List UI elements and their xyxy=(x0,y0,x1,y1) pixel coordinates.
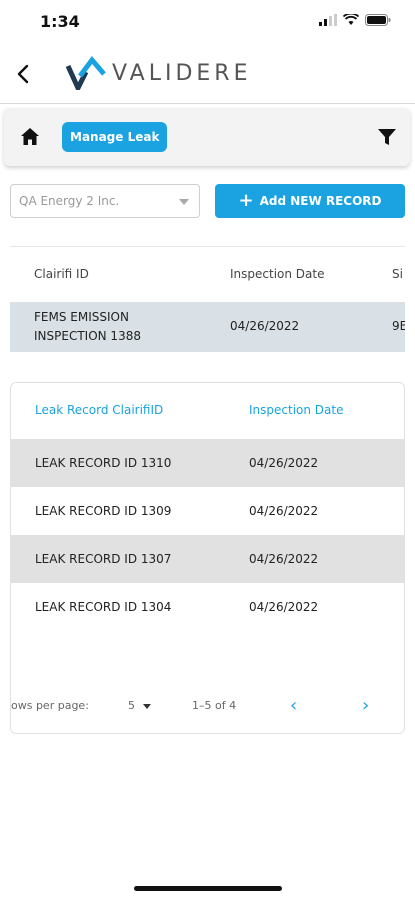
leak-record-date: 04/26/2022 xyxy=(249,456,319,470)
company-select-value: QA Energy 2 Inc. xyxy=(19,194,120,208)
signal-icon xyxy=(319,14,337,26)
home-icon xyxy=(21,128,39,145)
column-leak-inspection-date[interactable]: Inspection Date xyxy=(249,403,343,417)
inspection-id-line1: FEMS EMISSION xyxy=(34,310,129,324)
company-select[interactable]: QA Energy 2 Inc. xyxy=(10,184,200,218)
battery-icon xyxy=(365,14,391,26)
brand-logo: VALIDERE xyxy=(66,56,251,90)
inspection-site: 9E xyxy=(392,319,405,333)
status-icons xyxy=(319,14,391,26)
table-row[interactable]: LEAK RECORD ID 1304 04/26/2022 xyxy=(11,583,404,631)
filter-button[interactable] xyxy=(376,126,398,148)
leak-record-table: Leak Record ClairifiID Inspection Date L… xyxy=(10,382,405,734)
plus-icon: + xyxy=(238,190,254,211)
manage-leak-chip[interactable]: Manage Leak xyxy=(62,122,168,152)
status-time: 1:34 xyxy=(40,12,80,31)
wifi-icon xyxy=(343,14,359,25)
leak-record-date: 04/26/2022 xyxy=(249,552,319,566)
validere-logo-icon xyxy=(66,56,106,90)
pagination: ows per page: 5 1–5 of 4 ‹ › xyxy=(11,691,404,721)
back-arrow-icon xyxy=(17,64,29,84)
pagination-range: 1–5 of 4 xyxy=(192,699,237,712)
add-new-record-button[interactable]: + Add NEW RECORD xyxy=(215,184,405,218)
filter-icon xyxy=(378,129,396,145)
table-row[interactable]: LEAK RECORD ID 1309 04/26/2022 xyxy=(11,487,404,535)
rows-per-page-label: ows per page: xyxy=(11,699,89,712)
inspection-id-line2: INSPECTION 1388 xyxy=(34,329,141,343)
leak-record-id: LEAK RECORD ID 1310 xyxy=(35,456,172,470)
brand-name: VALIDERE xyxy=(112,60,252,86)
inspection-table-header: Clairifi ID Inspection Date Si xyxy=(10,246,405,302)
leak-record-date: 04/26/2022 xyxy=(249,600,319,614)
home-button[interactable] xyxy=(18,125,42,149)
column-site[interactable]: Si xyxy=(392,267,403,281)
column-inspection-date[interactable]: Inspection Date xyxy=(230,267,324,281)
inspection-row[interactable]: FEMS EMISSION INSPECTION 1388 04/26/2022… xyxy=(10,302,405,352)
rows-per-page-select[interactable]: 5 xyxy=(128,699,135,712)
inspection-date: 04/26/2022 xyxy=(230,319,300,333)
rows-per-page-caret-icon[interactable] xyxy=(143,704,151,709)
dropdown-caret-icon xyxy=(179,199,189,205)
back-button[interactable] xyxy=(12,60,36,88)
breadcrumb-toolbar: Manage Leak xyxy=(4,108,410,166)
leak-record-id: LEAK RECORD ID 1309 xyxy=(35,504,172,518)
app-header: VALIDERE xyxy=(0,44,415,104)
table-row[interactable]: LEAK RECORD ID 1307 04/26/2022 xyxy=(11,535,404,583)
next-page-button[interactable]: › xyxy=(362,695,369,716)
column-leak-record-id[interactable]: Leak Record ClairifiID xyxy=(35,403,163,417)
column-clairifi-id[interactable]: Clairifi ID xyxy=(34,267,89,281)
leak-record-id: LEAK RECORD ID 1304 xyxy=(35,600,172,614)
status-bar: 1:34 xyxy=(0,0,415,44)
leak-record-date: 04/26/2022 xyxy=(249,504,319,518)
previous-page-button[interactable]: ‹ xyxy=(290,695,297,716)
table-row[interactable]: LEAK RECORD ID 1310 04/26/2022 xyxy=(11,439,404,487)
leak-record-id: LEAK RECORD ID 1307 xyxy=(35,552,172,566)
home-indicator[interactable] xyxy=(134,886,282,891)
leak-table-header: Leak Record ClairifiID Inspection Date xyxy=(11,383,404,439)
inspection-table: Clairifi ID Inspection Date Si FEMS EMIS… xyxy=(10,246,405,352)
add-new-record-label: Add NEW RECORD xyxy=(259,194,382,208)
